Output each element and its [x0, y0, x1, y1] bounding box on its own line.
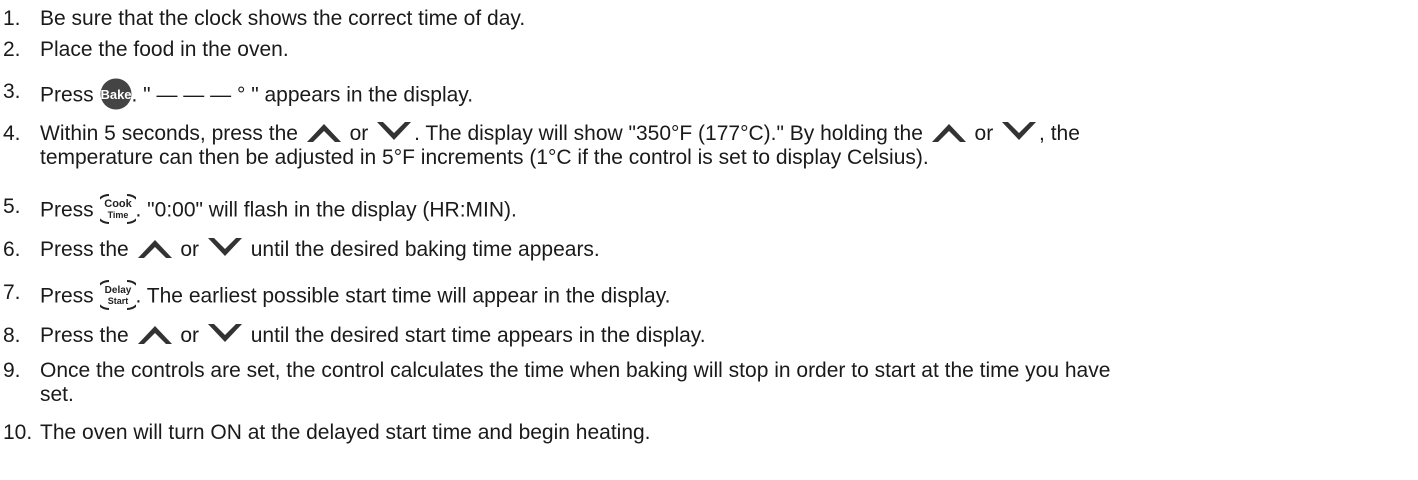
step-7: 7. Press Delay Start. The earliest possib…: [0, 279, 1410, 313]
step-number: 5.: [3, 195, 21, 218]
down-arrow-key-icon: [205, 323, 245, 345]
step-number: 8.: [3, 324, 21, 347]
step-10: 10. The oven will turn ON at the delayed…: [0, 421, 1410, 445]
up-arrow-key-icon: [135, 237, 175, 259]
cook-time-key-label-bottom: Time: [107, 210, 128, 220]
step-text-part: . The display will show "350°F (177°C)."…: [414, 122, 929, 145]
down-arrow-key-icon: [999, 121, 1039, 143]
step-4: 4. Within 5 seconds, press the or . The …: [0, 122, 1410, 170]
step-text-part: . The earliest possible start time will …: [135, 284, 671, 308]
step-1: 1. Be sure that the clock shows the corr…: [0, 7, 1410, 31]
step-text: Be sure that the clock shows the correct…: [40, 7, 526, 30]
step-text: Press Cook Time. "0:00" will flash in the…: [40, 193, 1410, 227]
step-text-part: , the: [1039, 122, 1080, 145]
delay-start-key-label-bottom: Start: [107, 296, 128, 306]
step-text-part: . "0:00" will flash in the display (HR:M…: [135, 198, 517, 222]
step-text-part: or: [174, 324, 205, 347]
delay-start-key-icon: Delay Start: [99, 279, 136, 311]
step-text-part: or: [968, 122, 1000, 145]
step-text-part: Press: [40, 83, 100, 107]
step-text: Once the controls are set, the control c…: [40, 359, 1410, 407]
step-2: 2. Place the food in the oven.: [0, 38, 1410, 62]
up-arrow-key-icon: [135, 323, 175, 345]
step-text: Press the or until the desired baking ti…: [40, 238, 1410, 262]
step-text: The oven will turn ON at the delayed sta…: [40, 421, 651, 444]
bake-key-label: Bake: [100, 87, 131, 102]
step-number: 7.: [3, 281, 21, 304]
step-text-part: Press: [40, 198, 100, 222]
bake-key-icon: Bake: [100, 78, 132, 110]
step-text-part: Once the controls are set, the control c…: [40, 359, 1111, 382]
step-text-part: Press: [40, 284, 100, 308]
step-text-part: or: [174, 238, 205, 261]
step-number: 9.: [3, 359, 21, 382]
step-number: 2.: [3, 38, 21, 61]
step-text-part: or: [343, 122, 375, 145]
step-number: 6.: [3, 238, 21, 261]
up-arrow-key-icon: [929, 121, 969, 143]
step-text-part: until the desired baking time appears.: [244, 238, 600, 261]
step-5: 5. Press Cook Time. "0:00" will flash in …: [0, 193, 1410, 227]
step-text-part: set.: [40, 383, 74, 406]
step-number: 10.: [3, 421, 33, 444]
step-text-part: Within 5 seconds, press the: [40, 122, 304, 145]
cook-time-key-label-top: Cook: [104, 198, 132, 210]
up-arrow-key-icon: [304, 121, 344, 143]
step-3: 3. Press Bake. " — — — ° " appears in th…: [0, 78, 1410, 112]
step-text-part: temperature can then be adjusted in 5°F …: [40, 146, 929, 169]
step-number: 3.: [3, 80, 21, 103]
delay-start-key-label-top: Delay: [104, 285, 131, 296]
down-arrow-key-icon: [205, 237, 245, 259]
step-number: 1.: [3, 7, 21, 30]
step-text-part: until the desired start time appears in …: [244, 324, 706, 347]
step-6: 6. Press the or until the desired baking…: [0, 238, 1410, 262]
down-arrow-key-icon: [374, 121, 414, 143]
step-text: Press Bake. " — — — ° " appears in the d…: [40, 78, 1410, 112]
step-8: 8. Press the or until the desired start …: [0, 324, 1410, 348]
step-text-part: . " — — — ° " appears in the display.: [131, 83, 474, 107]
step-text: Press Delay Start. The earliest possible …: [40, 279, 1410, 313]
step-text-part: Press the: [40, 238, 135, 261]
step-9: 9. Once the controls are set, the contro…: [0, 359, 1410, 407]
cook-time-key-icon: Cook Time: [99, 193, 136, 225]
step-number: 4.: [3, 122, 21, 145]
step-text: Within 5 seconds, press the or . The dis…: [40, 122, 1410, 170]
step-text: Place the food in the oven.: [40, 38, 289, 61]
step-text: Press the or until the desired start tim…: [40, 324, 1410, 348]
step-text-part: Press the: [40, 324, 135, 347]
